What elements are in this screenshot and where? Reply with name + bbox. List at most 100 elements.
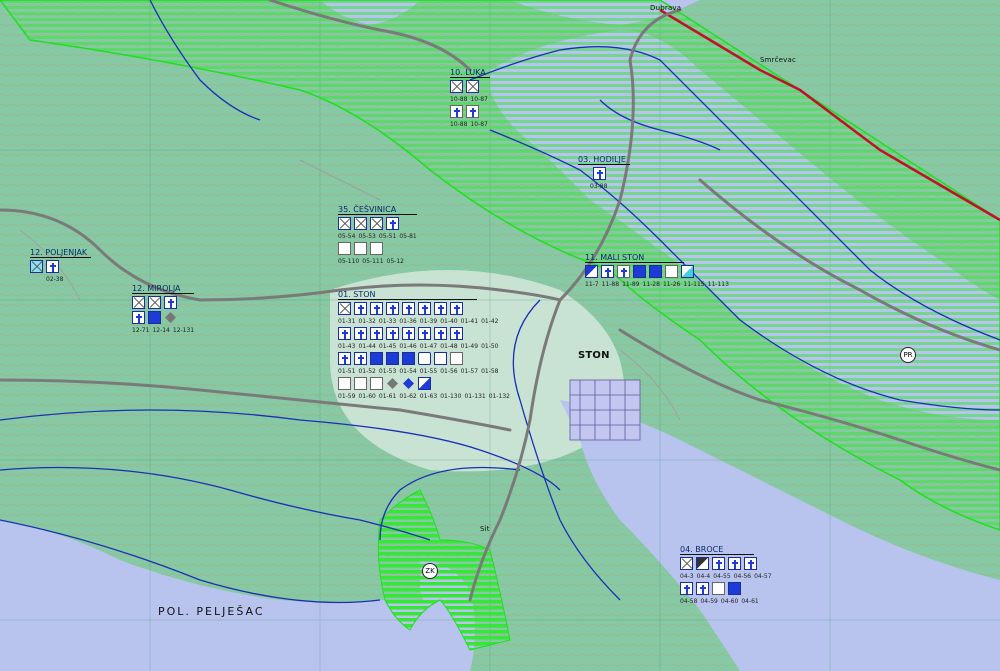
unit-code: 11-7 xyxy=(585,281,599,288)
unit-code: 01-39 xyxy=(419,318,438,325)
group-title: 12. MIROLJA xyxy=(132,284,195,294)
split-symbol[interactable] xyxy=(696,557,709,570)
house-symbol[interactable] xyxy=(386,352,399,365)
house-symbol[interactable] xyxy=(402,352,415,365)
cross-symbol[interactable] xyxy=(418,327,431,340)
tent-symbol[interactable] xyxy=(712,582,725,595)
group-broce[interactable]: 04. BROCE 04-3 04-4 04-55 04-56 04-57 04-58 0… xyxy=(680,545,772,605)
cross-symbol[interactable] xyxy=(354,352,367,365)
cross-symbol[interactable] xyxy=(450,327,463,340)
group-poljenjak[interactable]: 12. POLJENJAK 02-38 xyxy=(30,248,92,283)
split-symbol[interactable] xyxy=(418,377,431,390)
cross-symbol[interactable] xyxy=(46,260,59,273)
unit-code: 04-55 xyxy=(713,573,731,580)
circle-symbol[interactable] xyxy=(434,352,447,365)
house-symbol[interactable] xyxy=(370,352,383,365)
cross-symbol[interactable] xyxy=(132,311,145,324)
diamond-symbol[interactable] xyxy=(402,377,415,390)
unit-code: 10-87 xyxy=(470,96,488,103)
cross-symbol[interactable] xyxy=(450,105,463,118)
pr-marker[interactable]: PR xyxy=(900,347,916,363)
house-symbol[interactable] xyxy=(649,265,662,278)
inactive-symbol[interactable] xyxy=(370,217,383,230)
cross-symbol[interactable] xyxy=(164,296,177,309)
unit-code: 12-14 xyxy=(152,327,170,334)
unit-code: 01-54 xyxy=(399,368,417,375)
cross-symbol[interactable] xyxy=(617,265,630,278)
unit-code: 04-4 xyxy=(696,573,711,580)
group-title: 01. STON xyxy=(338,290,477,300)
cross-symbol[interactable] xyxy=(680,582,693,595)
cross-symbol[interactable] xyxy=(402,327,415,340)
cross-symbol[interactable] xyxy=(744,557,757,570)
cross-symbol[interactable] xyxy=(386,327,399,340)
unit-code: 01-47 xyxy=(419,343,438,350)
unit-code: 05-53 xyxy=(358,233,376,240)
cross-symbol[interactable] xyxy=(338,327,351,340)
inactive-symbol[interactable] xyxy=(450,80,463,93)
cross-symbol[interactable] xyxy=(370,302,383,315)
tent-symbol[interactable] xyxy=(370,377,383,390)
group-ston[interactable]: 01. STON 01-31 01-32 01-33 01-36 01-39 01-40 0… xyxy=(338,290,510,400)
unit-code: 01-46 xyxy=(399,343,417,350)
split-symbol[interactable] xyxy=(585,265,598,278)
label-dubrava: Dubrava xyxy=(650,4,682,12)
cross-symbol[interactable] xyxy=(370,327,383,340)
cross-symbol[interactable] xyxy=(450,302,463,315)
inactive-symbol[interactable] xyxy=(338,217,351,230)
cross-symbol[interactable] xyxy=(148,311,161,324)
split-symbol[interactable] xyxy=(681,265,694,278)
cross-symbol[interactable] xyxy=(593,167,606,180)
unit-code: 01-56 xyxy=(440,368,458,375)
inactive-symbol[interactable] xyxy=(338,302,351,315)
cross-symbol[interactable] xyxy=(354,327,367,340)
cross-symbol[interactable] xyxy=(338,352,351,365)
inactive-symbol[interactable] xyxy=(132,296,145,309)
inactive-symbol[interactable] xyxy=(148,296,161,309)
unit-code: 05-12 xyxy=(386,258,404,265)
group-cesvinica[interactable]: 35. ČEŠVINICA 05-54 05-53 05-51 05-81 05-11… xyxy=(338,205,417,265)
unit-code: 01-36 xyxy=(399,318,417,325)
tent-symbol[interactable] xyxy=(354,242,367,255)
tent-symbol[interactable] xyxy=(370,242,383,255)
group-title: 03. HODILJE xyxy=(578,155,630,165)
circle-symbol[interactable] xyxy=(418,352,431,365)
zk-marker[interactable]: ZK xyxy=(422,563,438,579)
cross-symbol[interactable] xyxy=(354,302,367,315)
unit-code: 01-58 xyxy=(481,368,499,375)
group-luka[interactable]: 10. LUKA 10-88 10-87 10-88 10-87 xyxy=(450,68,490,128)
tent-symbol[interactable] xyxy=(354,377,367,390)
cross-symbol[interactable] xyxy=(434,327,447,340)
inactive-symbol[interactable] xyxy=(466,80,479,93)
cross-symbol[interactable] xyxy=(466,105,479,118)
group-mirolja[interactable]: 12. MIROLJA 12-71 12-14 12-131 xyxy=(132,284,195,334)
label-peljesac: POL. PELJEŠAC xyxy=(158,605,265,618)
topographic-map[interactable]: STON POL. PELJEŠAC Smrčevac Dubrava Sit … xyxy=(0,0,1000,671)
cross-symbol[interactable] xyxy=(386,217,399,230)
group-hodilje[interactable]: 03. HODILJE 03-88 xyxy=(578,155,630,190)
group-mali-ston[interactable]: 11. MALI STON 11-7 11-88 11-89 11-28 11-26 11… xyxy=(585,253,729,288)
cross-symbol[interactable] xyxy=(728,557,741,570)
tent-symbol[interactable] xyxy=(338,377,351,390)
cross-symbol[interactable] xyxy=(434,302,447,315)
cross-symbol[interactable] xyxy=(386,302,399,315)
house-symbol[interactable] xyxy=(728,582,741,595)
unit-code: 10-88 xyxy=(450,96,468,103)
cross-symbol[interactable] xyxy=(418,302,431,315)
cross-symbol[interactable] xyxy=(696,582,709,595)
unit-code: 04-58 xyxy=(680,598,698,605)
group-title: 12. POLJENJAK xyxy=(30,248,92,258)
inactive-symbol[interactable] xyxy=(354,217,367,230)
house-symbol[interactable] xyxy=(633,265,646,278)
diamond-symbol[interactable] xyxy=(386,377,399,390)
tent-symbol[interactable] xyxy=(450,352,463,365)
diamond-symbol[interactable] xyxy=(164,311,177,324)
tent-symbol[interactable] xyxy=(665,265,678,278)
unit-code: 01-63 xyxy=(419,393,438,400)
tent-symbol[interactable] xyxy=(338,242,351,255)
cross-symbol[interactable] xyxy=(601,265,614,278)
cross-symbol[interactable] xyxy=(712,557,725,570)
cross-symbol[interactable] xyxy=(402,302,415,315)
inactive-symbol[interactable] xyxy=(30,260,43,273)
inactive-symbol[interactable] xyxy=(680,557,693,570)
